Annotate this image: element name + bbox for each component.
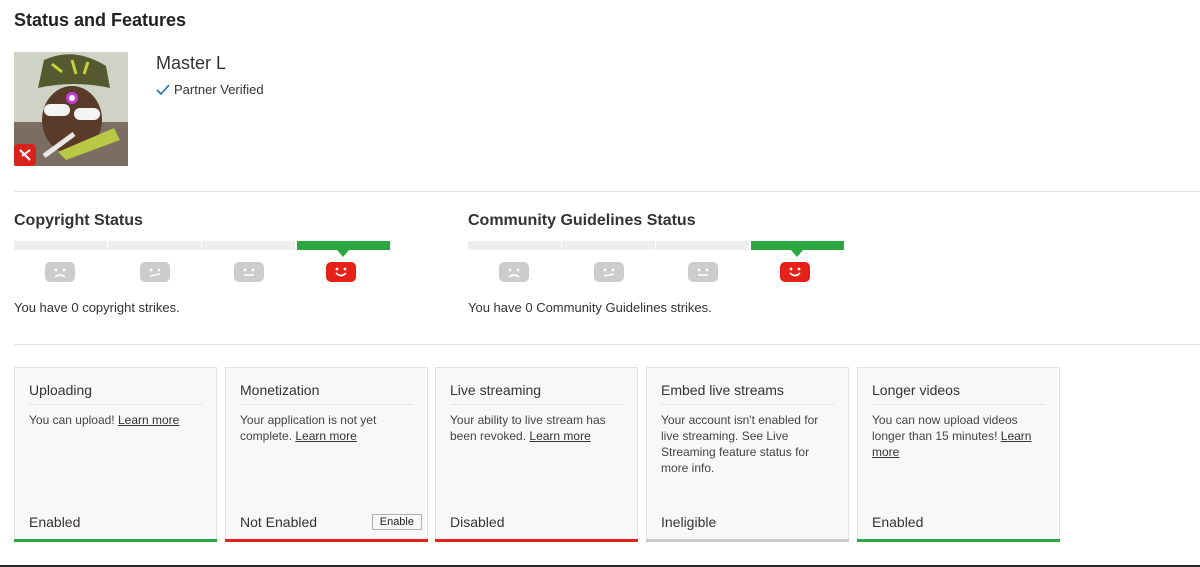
checkmark-icon [156, 83, 170, 95]
avatar[interactable] [14, 52, 128, 166]
feature-card-longer-videos: Longer videos You can now upload videos … [857, 367, 1060, 542]
status-bar [646, 539, 849, 542]
card-description: Your account isn't enabled for live stre… [661, 413, 819, 475]
card-description-text: You can now upload videos longer than 15… [872, 413, 1018, 443]
strike-segment [656, 241, 749, 250]
card-description: You can now upload videos longer than 15… [872, 412, 1047, 460]
avatar-image [14, 52, 128, 166]
community-strike-text: You have 0 Community Guidelines strikes. [468, 300, 712, 315]
copyright-status: Copyright Status You have 0 copyright st… [14, 212, 414, 315]
channel-name[interactable]: Master L [156, 53, 226, 74]
feature-card-monetization: Monetization Your application is not yet… [225, 367, 428, 542]
card-title: Live streaming [450, 382, 623, 405]
card-description-text: You can upload! [29, 413, 115, 427]
feature-card-live-streaming: Live streaming Your ability to live stre… [435, 367, 638, 542]
card-status: Enabled [29, 514, 81, 530]
sad-face-icon [499, 262, 529, 282]
card-status: Enabled [872, 514, 924, 530]
feature-card-embed-live-streams: Embed live streams Your account isn't en… [646, 367, 849, 542]
card-status: Not Enabled [240, 514, 318, 530]
status-bar [225, 539, 428, 542]
card-status: Disabled [450, 514, 505, 530]
copyright-status-title: Copyright Status [14, 212, 143, 229]
verified-label: Partner Verified [174, 82, 264, 97]
divider [14, 191, 1200, 192]
unsure-face-icon [140, 262, 170, 282]
card-status: Ineligible [661, 514, 717, 530]
neutral-face-icon [234, 262, 264, 282]
status-bar [14, 539, 217, 542]
learn-more-link[interactable]: Learn more [295, 429, 356, 443]
sad-face-icon [45, 262, 75, 282]
feature-card-uploading: Uploading You can upload! Learn more Ena… [14, 367, 217, 542]
learn-more-link[interactable]: Learn more [529, 429, 590, 443]
strike-segment [108, 241, 201, 250]
copyright-strike-text: You have 0 copyright strikes. [14, 300, 180, 315]
community-guidelines-status: Community Guidelines Status You have 0 C… [468, 212, 868, 315]
community-strike-bar [468, 241, 844, 257]
strike-segment [202, 241, 295, 250]
card-title: Longer videos [872, 382, 1045, 405]
enable-button[interactable]: Enable [371, 514, 422, 530]
happy-face-icon [326, 262, 356, 282]
divider [14, 344, 1200, 345]
strike-segment-current [751, 241, 844, 257]
happy-face-icon [780, 262, 810, 282]
community-status-title: Community Guidelines Status [468, 212, 696, 229]
card-description: You can upload! Learn more [29, 412, 204, 428]
page-title: Status and Features [14, 10, 187, 30]
card-description: Your application is not yet complete. Le… [240, 412, 415, 444]
neutral-face-icon [688, 262, 718, 282]
partner-verified: Partner Verified [156, 82, 264, 97]
status-bar [857, 539, 1060, 542]
strike-segment [468, 241, 561, 250]
card-title: Monetization [240, 382, 413, 405]
strike-segment [14, 241, 107, 250]
copyright-strike-bar [14, 241, 390, 257]
strike-segment-current [297, 241, 390, 257]
card-description: Your ability to live stream has been rev… [450, 412, 625, 444]
card-title: Uploading [29, 382, 202, 405]
learn-more-link[interactable]: Learn more [118, 413, 179, 427]
card-title: Embed live streams [661, 382, 834, 405]
unsure-face-icon [594, 262, 624, 282]
status-bar [435, 539, 638, 542]
strike-segment [562, 241, 655, 250]
